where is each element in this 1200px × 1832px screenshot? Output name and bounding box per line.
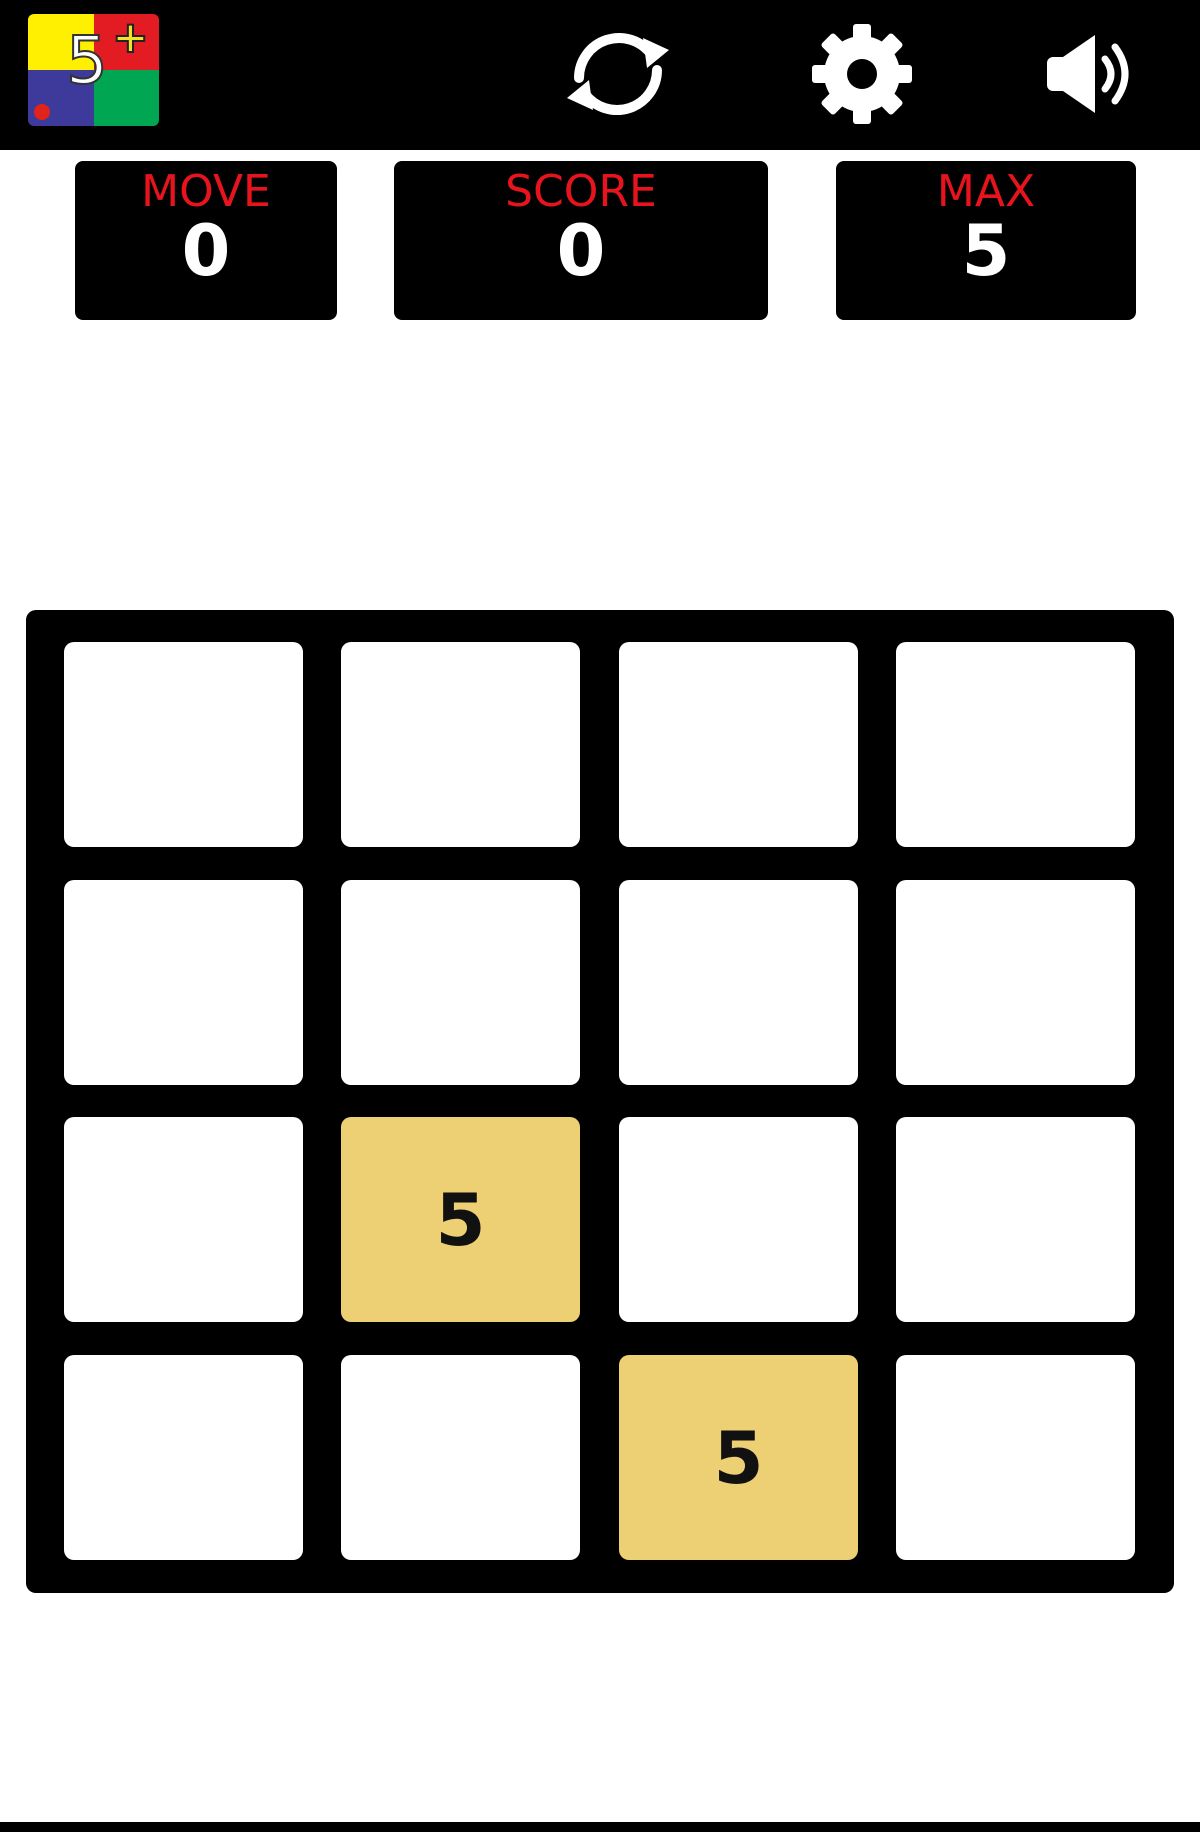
tile: 5	[619, 1355, 858, 1560]
empty-cell	[64, 880, 303, 1085]
game-logo: 5 +	[28, 14, 159, 126]
publisher-badge-icon	[34, 104, 50, 120]
gear-icon	[812, 24, 912, 124]
empty-cell	[619, 880, 858, 1085]
empty-cell	[896, 1355, 1135, 1560]
empty-cell	[64, 1355, 303, 1560]
max-label: MAX	[936, 166, 1036, 217]
logo-plus: +	[111, 14, 150, 63]
empty-cell	[896, 642, 1135, 847]
game-board[interactable]: 55	[26, 610, 1174, 1593]
move-label: MOVE	[141, 166, 271, 217]
score-counter: SCORE 0	[394, 161, 768, 320]
logo-digit: 5	[65, 22, 109, 99]
score-label: SCORE	[505, 166, 657, 217]
empty-cell	[896, 880, 1135, 1085]
empty-cell	[64, 1117, 303, 1322]
tile: 5	[341, 1117, 580, 1322]
move-value: 0	[181, 210, 231, 293]
empty-cell	[341, 642, 580, 847]
speaker-icon	[1047, 35, 1129, 113]
bottom-divider	[0, 1822, 1200, 1832]
empty-cell	[896, 1117, 1135, 1322]
empty-cell	[64, 642, 303, 847]
empty-cell	[619, 1117, 858, 1322]
empty-cell	[341, 880, 580, 1085]
sound-button[interactable]	[1028, 18, 1148, 130]
restart-icon	[567, 33, 669, 115]
max-counter: MAX 5	[836, 161, 1136, 320]
settings-button[interactable]	[802, 18, 922, 130]
top-bar: 5 +	[0, 0, 1200, 150]
max-value: 5	[961, 210, 1011, 293]
empty-cell	[619, 642, 858, 847]
move-counter: MOVE 0	[75, 161, 337, 320]
score-value: 0	[556, 210, 606, 293]
restart-button[interactable]	[558, 18, 678, 130]
empty-cell	[341, 1355, 580, 1560]
